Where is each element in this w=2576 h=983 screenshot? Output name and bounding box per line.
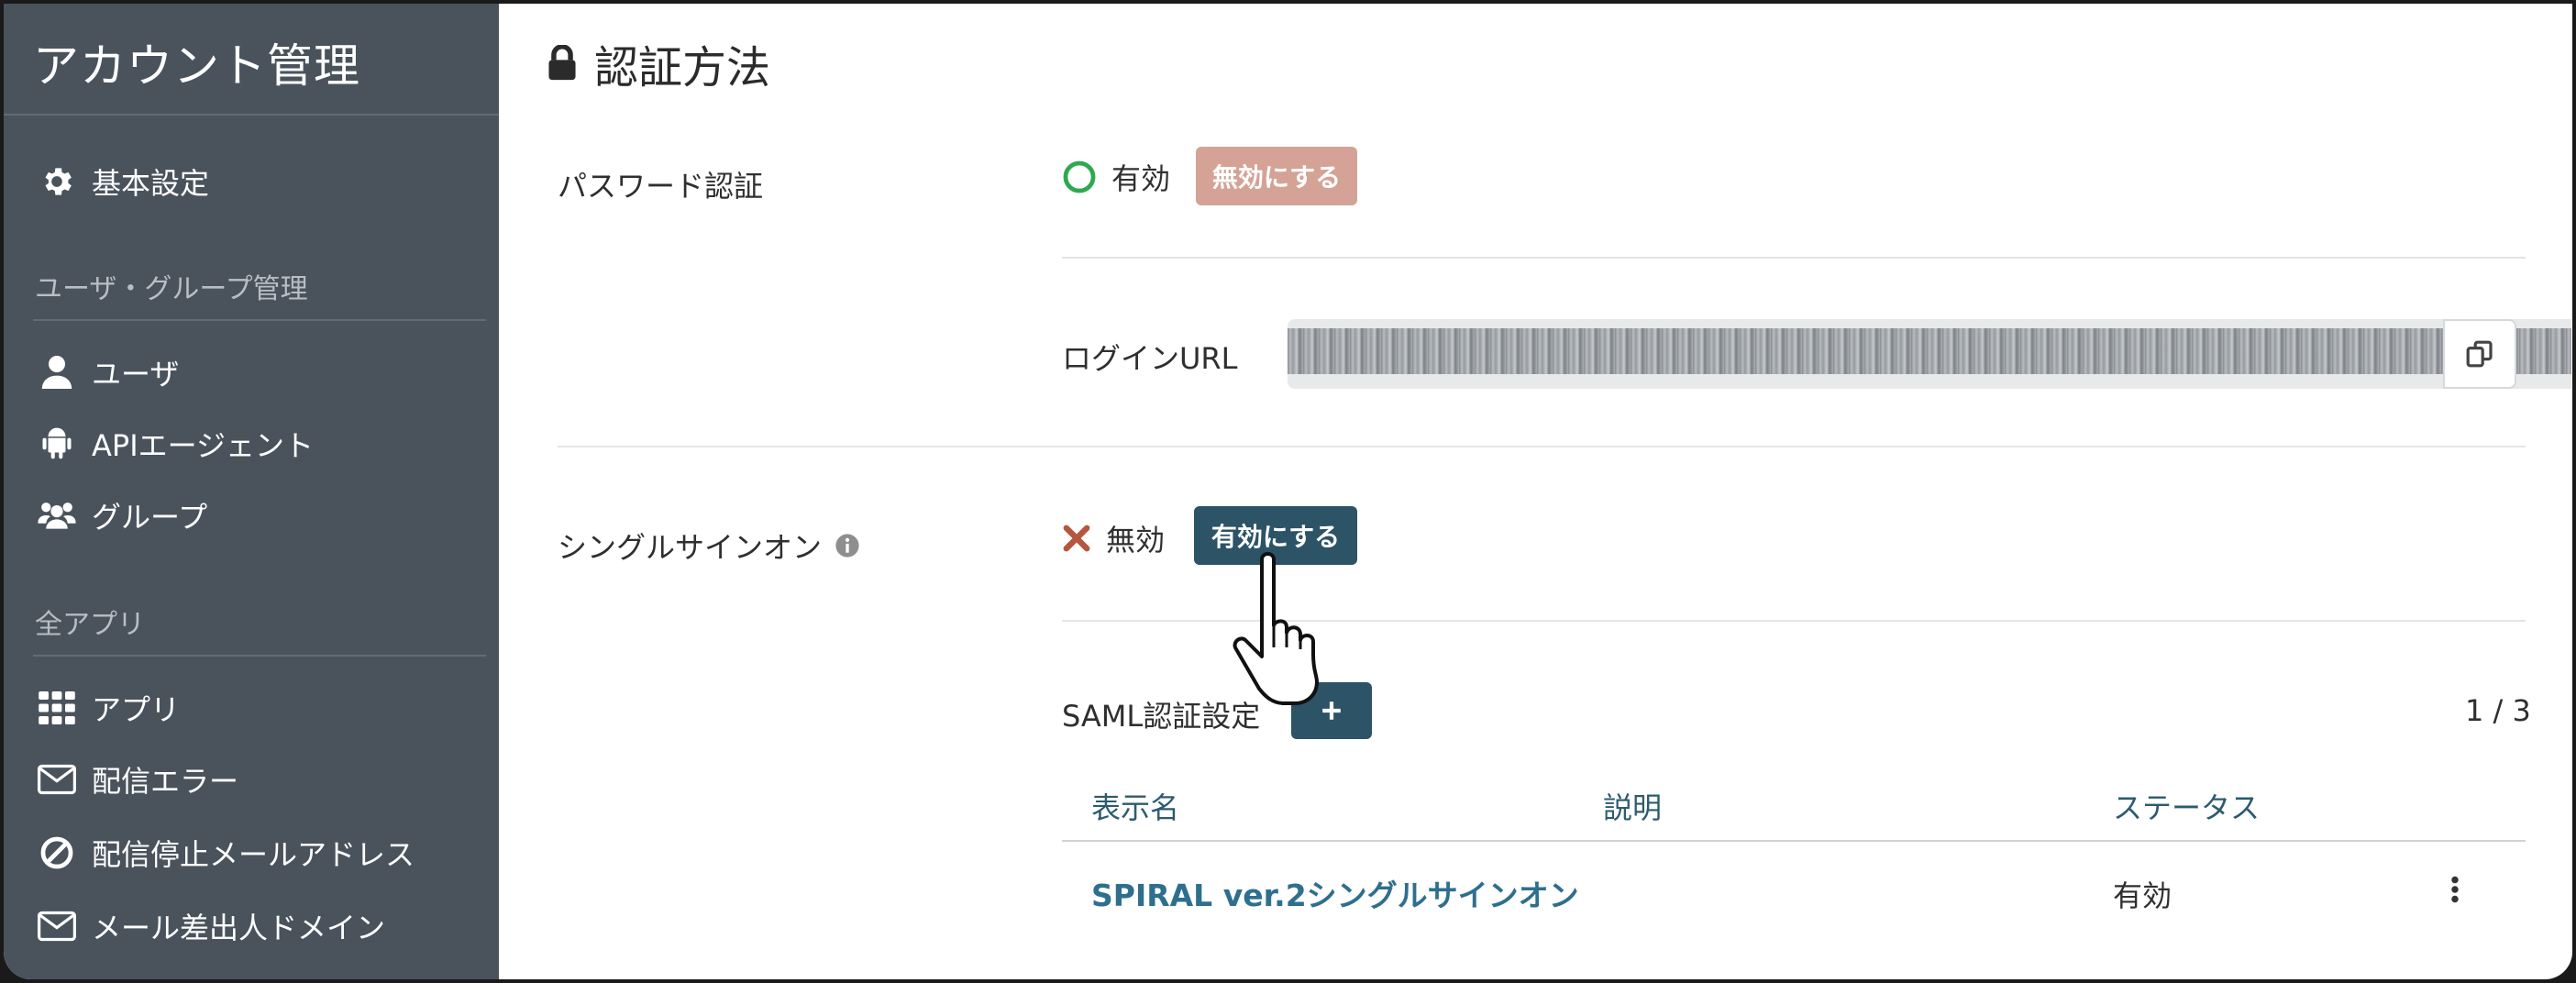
envelope-icon bbox=[37, 759, 77, 800]
sidebar-item-users[interactable]: ユーザ bbox=[37, 347, 179, 398]
hand-pointer-cursor-icon bbox=[1231, 547, 1350, 715]
password-auth-status: 有効 bbox=[1062, 156, 1170, 198]
sso-status-text: 無効 bbox=[1106, 523, 1166, 558]
copy-url-button[interactable] bbox=[2443, 319, 2516, 389]
sso-label-row: シングルサインオン bbox=[558, 525, 860, 567]
divider bbox=[1062, 257, 2526, 259]
lock-icon bbox=[547, 45, 578, 82]
grid-icon bbox=[37, 688, 77, 728]
sso-status: 無効 bbox=[1062, 517, 1165, 559]
sidebar-item-sender-domains[interactable]: メール差出人ドメイン bbox=[37, 900, 385, 952]
sidebar-item-label: ユーザ bbox=[92, 357, 180, 392]
x-icon bbox=[1062, 524, 1091, 553]
page-title: 認証方法 bbox=[547, 31, 770, 95]
sidebar-item-label: グループ bbox=[92, 500, 208, 535]
sidebar-title: アカウント管理 bbox=[33, 39, 360, 93]
column-header-name: 表示名 bbox=[1091, 790, 1180, 825]
section-divider bbox=[558, 446, 2526, 447]
login-url-label: ログインURL bbox=[1062, 341, 1238, 376]
app-window: アカウント管理 基本設定 ユーザ・グループ管理 ユーザ APIエージェント グル… bbox=[4, 4, 2572, 979]
sidebar-item-api-agent[interactable]: APIエージェント bbox=[37, 418, 314, 469]
sidebar-item-label: 配信エラー bbox=[92, 764, 239, 799]
sidebar-item-label: メール差出人ドメイン bbox=[92, 911, 386, 945]
envelope-icon bbox=[37, 906, 77, 946]
sidebar-item-unsubscribed-addresses[interactable]: 配信停止メールアドレス bbox=[37, 827, 415, 878]
saml-row-status: 有効 bbox=[2113, 878, 2172, 913]
android-icon bbox=[37, 424, 77, 464]
sidebar-item-label: APIエージェント bbox=[92, 428, 314, 463]
disable-password-auth-button[interactable]: 無効にする bbox=[1196, 147, 1357, 205]
user-icon bbox=[37, 352, 77, 392]
info-icon[interactable] bbox=[835, 533, 860, 558]
sidebar-divider bbox=[33, 655, 486, 657]
column-header-description: 説明 bbox=[1603, 790, 1663, 825]
sidebar-divider bbox=[4, 114, 499, 116]
kebab-icon bbox=[2450, 876, 2460, 903]
sidebar: アカウント管理 基本設定 ユーザ・グループ管理 ユーザ APIエージェント グル… bbox=[4, 4, 499, 979]
login-url-field[interactable] bbox=[1288, 319, 2571, 389]
sidebar-divider bbox=[33, 319, 486, 321]
sidebar-section-all-apps: 全アプリ bbox=[35, 609, 145, 641]
page-title-text: 認証方法 bbox=[594, 42, 771, 94]
sidebar-item-delivery-errors[interactable]: 配信エラー bbox=[37, 754, 238, 805]
sidebar-item-label: 配信停止メールアドレス bbox=[92, 837, 415, 872]
sidebar-item-label: アプリ bbox=[92, 692, 181, 727]
sidebar-item-basic-settings[interactable]: 基本設定 bbox=[37, 156, 209, 207]
sidebar-item-label: 基本設定 bbox=[92, 166, 210, 201]
main-content: 認証方法 パスワード認証 有効 無効にする ログインURL シングルサインオン bbox=[499, 4, 2572, 979]
sso-label: シングルサインオン bbox=[558, 530, 823, 565]
ban-icon bbox=[37, 833, 77, 873]
gear-icon bbox=[37, 161, 77, 202]
table-header-divider bbox=[1062, 840, 2526, 842]
row-menu-button[interactable] bbox=[2441, 873, 2469, 906]
sidebar-item-groups[interactable]: グループ bbox=[37, 490, 207, 541]
login-url-redacted bbox=[1288, 328, 2571, 374]
sidebar-item-apps[interactable]: アプリ bbox=[37, 682, 180, 734]
circle-check-icon bbox=[1062, 160, 1097, 194]
users-icon bbox=[37, 495, 77, 536]
password-auth-status-text: 有効 bbox=[1111, 161, 1171, 196]
copy-icon bbox=[2465, 339, 2494, 369]
column-header-status: ステータス bbox=[2113, 790, 2261, 825]
password-auth-label: パスワード認証 bbox=[558, 169, 764, 204]
saml-row-name-link[interactable]: SPIRAL ver.2シングルサインオン bbox=[1091, 871, 1579, 915]
sidebar-section-user-group: ユーザ・グループ管理 bbox=[35, 273, 308, 305]
pagination-counter: 1 / 3 bbox=[2465, 693, 2531, 728]
